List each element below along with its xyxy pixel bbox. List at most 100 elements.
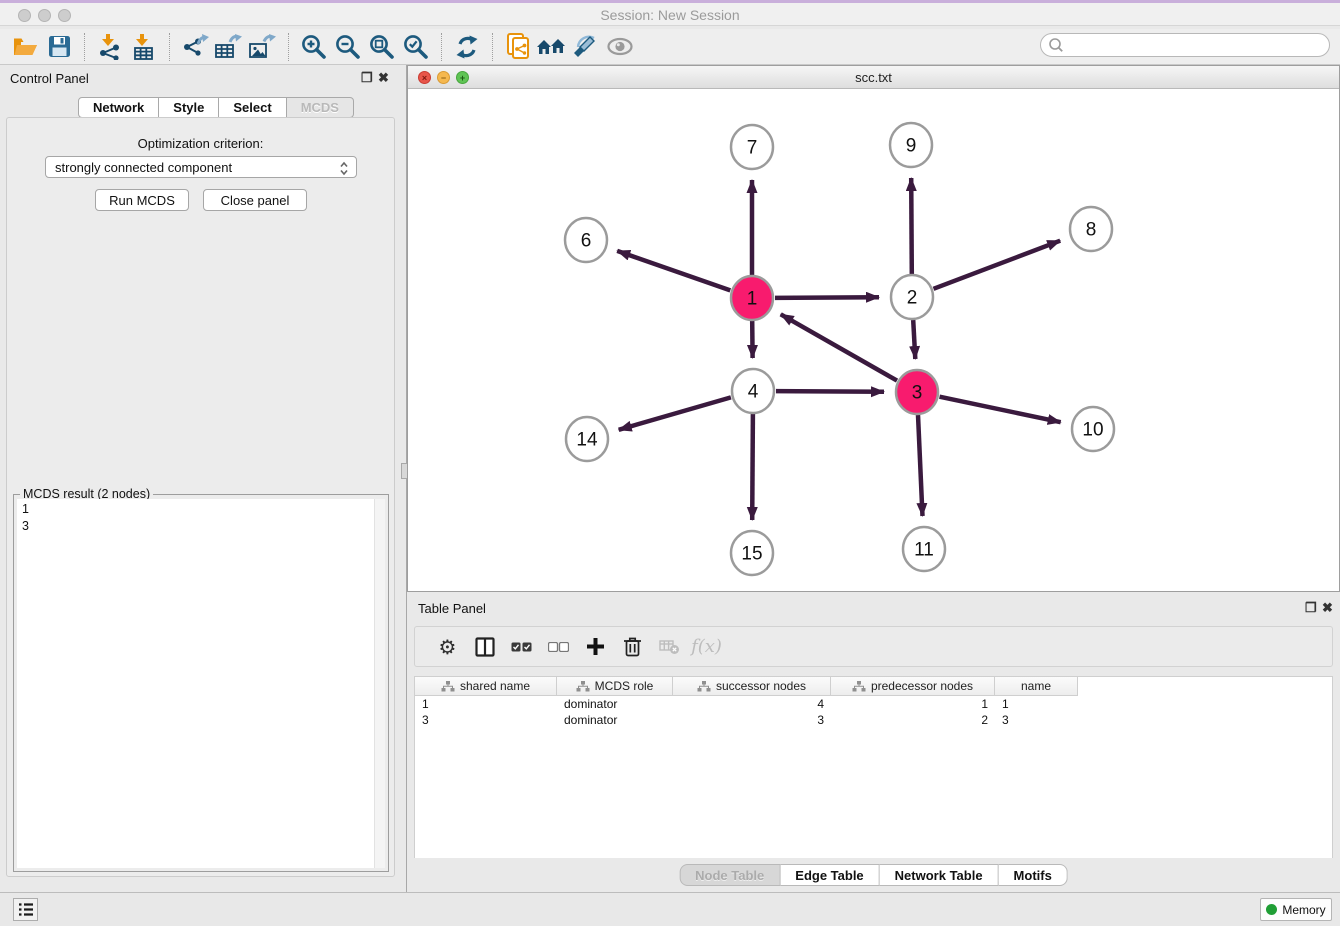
toolbar-separator <box>492 33 493 61</box>
result-scrollbar[interactable] <box>374 499 385 868</box>
tab-network-table[interactable]: Network Table <box>880 864 999 886</box>
add-column-button[interactable] <box>577 630 614 664</box>
run-mcds-button[interactable]: Run MCDS <box>95 189 189 211</box>
edge-1-2[interactable] <box>775 297 879 298</box>
graph-node-14[interactable]: 14 <box>566 417 608 461</box>
function-builder-button[interactable]: f(x) <box>688 630 725 664</box>
delete-table-button[interactable] <box>651 630 688 664</box>
save-session-button[interactable] <box>42 32 76 62</box>
show-columns-button[interactable] <box>466 630 503 664</box>
close-panel-icon[interactable]: ✖ <box>378 70 389 86</box>
select-all-button[interactable] <box>503 630 540 664</box>
import-table-button[interactable] <box>127 32 161 62</box>
edge-2-8[interactable] <box>934 241 1061 289</box>
close-table-panel-icon[interactable]: ✖ <box>1322 600 1333 616</box>
edge-3-11[interactable] <box>918 415 923 516</box>
zoom-selected-button[interactable] <box>399 32 433 62</box>
graph-node-2[interactable]: 2 <box>891 275 933 319</box>
tab-edge-table[interactable]: Edge Table <box>780 864 879 886</box>
column-header-predecessor-nodes[interactable]: predecessor nodes <box>831 677 995 696</box>
close-panel-button[interactable]: Close panel <box>203 189 307 211</box>
cell-predecessor-nodes[interactable]: 1 <box>831 697 995 711</box>
table-row[interactable]: 3 dominator 3 2 3 <box>415 712 1332 728</box>
tab-style[interactable]: Style <box>159 97 219 118</box>
memory-button[interactable]: Memory <box>1260 898 1332 921</box>
show-panels-button[interactable] <box>13 898 38 921</box>
edge-4-3[interactable] <box>776 391 884 392</box>
edge-1-6[interactable] <box>617 251 730 291</box>
cell-name[interactable]: 3 <box>995 713 1078 727</box>
delete-column-button[interactable] <box>614 630 651 664</box>
tab-node-table[interactable]: Node Table <box>679 864 780 886</box>
cell-successor-nodes[interactable]: 4 <box>673 697 831 711</box>
graph-node-1[interactable]: 1 <box>731 276 773 320</box>
refresh-view-button[interactable] <box>450 32 484 62</box>
table-splitter[interactable] <box>407 592 1340 599</box>
graph-node-10[interactable]: 10 <box>1072 407 1114 451</box>
first-neighbors-button[interactable] <box>535 32 569 62</box>
duplicate-network-icon <box>505 33 532 60</box>
network-window-titlebar[interactable]: × − + scc.txt <box>408 66 1339 89</box>
graph-node-15[interactable]: 15 <box>731 531 773 575</box>
tab-motifs[interactable]: Motifs <box>999 864 1068 886</box>
tab-select[interactable]: Select <box>219 97 286 118</box>
result-line: 3 <box>22 518 369 535</box>
cell-mcds-role[interactable]: dominator <box>557 713 673 727</box>
column-header-successor-nodes[interactable]: successor nodes <box>673 677 831 696</box>
edge-4-14[interactable] <box>619 397 731 429</box>
tab-mcds[interactable]: MCDS <box>287 97 354 118</box>
cell-mcds-role[interactable]: dominator <box>557 697 673 711</box>
cell-shared-name[interactable]: 3 <box>415 713 557 727</box>
svg-text:10: 10 <box>1082 420 1103 441</box>
edge-4-15[interactable] <box>752 414 753 520</box>
table-panel: Table Panel ❐ ✖ ⚙ <box>407 599 1340 892</box>
plus-icon <box>586 637 605 656</box>
edge-3-1[interactable] <box>781 314 897 380</box>
column-header-name[interactable]: name <box>995 677 1078 696</box>
import-network-button[interactable] <box>93 32 127 62</box>
annotation-brush-button[interactable] <box>569 32 603 62</box>
edge-3-10[interactable] <box>940 397 1061 423</box>
cell-predecessor-nodes[interactable]: 2 <box>831 713 995 727</box>
table-toolbar: ⚙ <box>414 626 1333 667</box>
float-table-panel-icon[interactable]: ❐ <box>1305 600 1317 616</box>
network-canvas[interactable]: 7 9 6 8 1 2 4 3 14 10 15 11 <box>408 89 1339 591</box>
search-input[interactable] <box>1040 33 1330 57</box>
edge-2-9[interactable] <box>911 178 912 274</box>
unselect-all-button[interactable] <box>540 630 577 664</box>
export-image-button[interactable] <box>246 32 280 62</box>
column-header-shared-name[interactable]: shared name <box>415 677 557 696</box>
graph-node-3[interactable]: 3 <box>896 370 938 414</box>
zoom-out-button[interactable] <box>331 32 365 62</box>
table-settings-button[interactable]: ⚙ <box>429 630 466 664</box>
hide-selected-button[interactable] <box>603 32 637 62</box>
zoom-fit-button[interactable] <box>365 32 399 62</box>
float-panel-icon[interactable]: ❐ <box>361 70 373 86</box>
export-network-button[interactable] <box>178 32 212 62</box>
column-header-mcds-role[interactable]: MCDS role <box>557 677 673 696</box>
cell-name[interactable]: 1 <box>995 697 1078 711</box>
tree-icon <box>576 681 590 692</box>
graph-node-6[interactable]: 6 <box>565 218 607 262</box>
cell-successor-nodes[interactable]: 3 <box>673 713 831 727</box>
cell-shared-name[interactable]: 1 <box>415 697 557 711</box>
graph-node-8[interactable]: 8 <box>1070 207 1112 251</box>
zoom-out-icon <box>335 34 361 60</box>
export-table-button[interactable] <box>212 32 246 62</box>
mcds-result-text[interactable]: 1 3 <box>17 499 374 868</box>
tab-network[interactable]: Network <box>78 97 159 118</box>
graph-node-4[interactable]: 4 <box>732 369 774 413</box>
toolbar-separator <box>441 33 442 61</box>
zoom-in-button[interactable] <box>297 32 331 62</box>
tree-icon <box>852 681 866 692</box>
graph-node-7[interactable]: 7 <box>731 125 773 169</box>
edge-2-3[interactable] <box>913 320 915 359</box>
new-network-from-selection-button[interactable] <box>501 32 535 62</box>
open-session-button[interactable] <box>8 32 42 62</box>
table-row[interactable]: 1 dominator 4 1 1 <box>415 696 1332 712</box>
criterion-select[interactable]: strongly connected component <box>45 156 357 178</box>
network-title: scc.txt <box>408 70 1339 85</box>
graph-node-11[interactable]: 11 <box>903 527 945 571</box>
graph-node-9[interactable]: 9 <box>890 123 932 167</box>
toolbar-separator <box>169 33 170 61</box>
